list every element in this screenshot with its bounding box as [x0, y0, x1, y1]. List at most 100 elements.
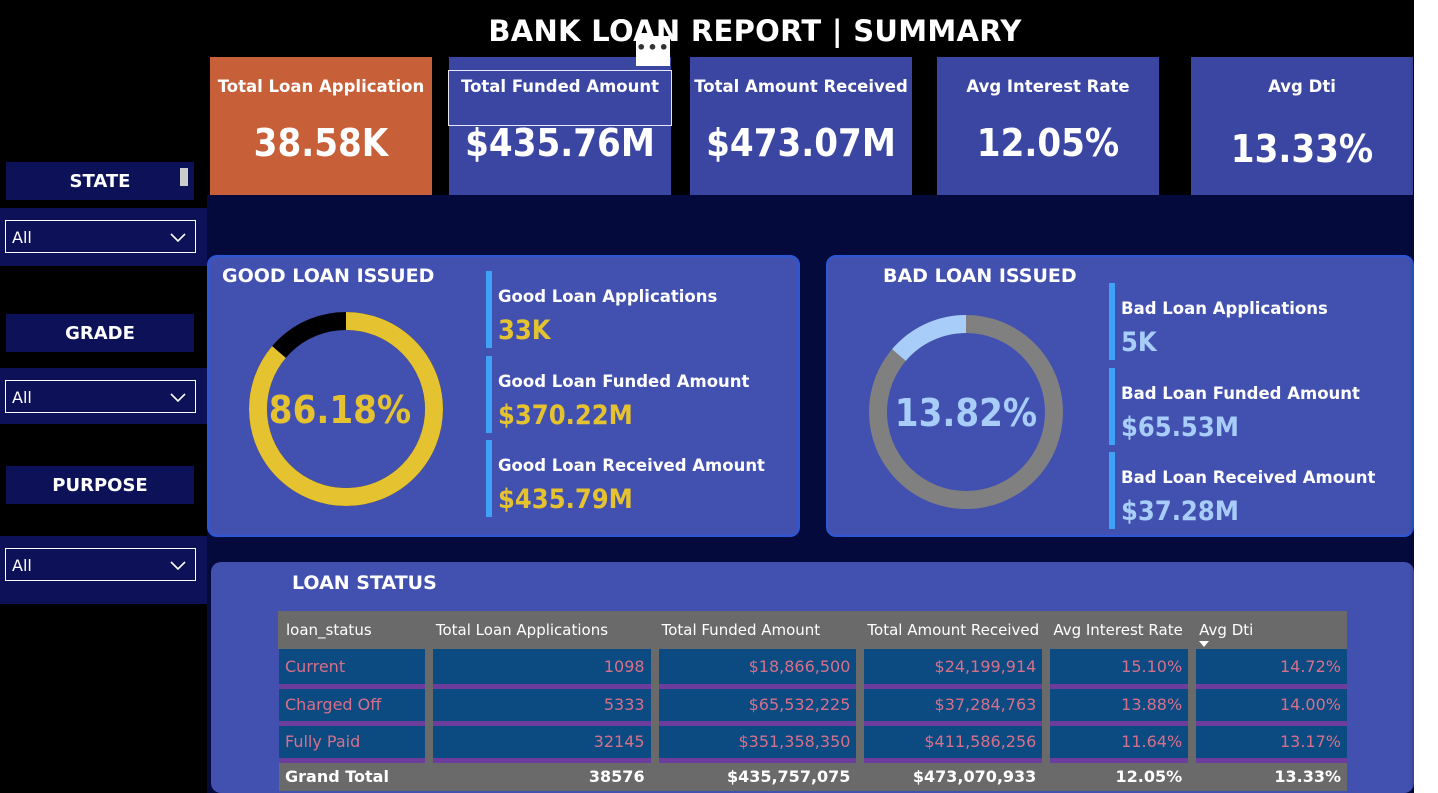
more-options-button[interactable]: •••: [636, 36, 670, 66]
kpi-total-loan-application[interactable]: Total Loan Application 38.58K: [210, 57, 432, 195]
loan-status-table: loan_status Total Loan Applications Tota…: [278, 611, 1347, 791]
table-header-row: loan_status Total Loan Applications Tota…: [278, 611, 1347, 649]
good-loan-title: GOOD LOAN ISSUED: [222, 265, 435, 287]
metric-value: 33K: [498, 315, 551, 346]
accent-bar: [1109, 368, 1115, 445]
cell: $37,284,763: [856, 686, 1047, 726]
kpi-label: Avg Interest Rate: [966, 77, 1130, 96]
cell: $473,070,933: [856, 760, 1047, 791]
cell: Charged Off: [279, 686, 429, 726]
grade-dropdown[interactable]: All: [5, 380, 196, 413]
good-loan-applications-card: Good Loan Applications 33K: [486, 271, 786, 348]
cell: $24,199,914: [856, 649, 1047, 689]
column-header-total-loan-applications[interactable]: Total Loan Applications: [427, 611, 655, 649]
accent-bar: [486, 356, 492, 433]
kpi-total-amount-received[interactable]: Total Amount Received $473.07M: [690, 57, 912, 195]
state-dropdown-value: All: [12, 228, 32, 247]
slicer-state-title: STATE: [6, 162, 194, 200]
metric-label: Bad Loan Funded Amount: [1121, 384, 1360, 403]
bad-loan-applications-card: Bad Loan Applications 5K: [1109, 283, 1409, 360]
cell: 14.72%: [1188, 649, 1347, 689]
selection-frame: [448, 70, 672, 126]
slicer-purpose-title: PURPOSE: [6, 466, 194, 504]
kpi-value: $473.07M: [706, 121, 896, 165]
column-header-loan-status[interactable]: loan_status: [278, 611, 429, 649]
metric-label: Good Loan Applications: [498, 287, 718, 306]
kpi-label: Total Amount Received: [694, 77, 908, 96]
chevron-down-icon: [170, 233, 186, 243]
cell: 32145: [424, 723, 655, 763]
cell: 15.10%: [1042, 649, 1193, 689]
cell: 13.17%: [1188, 723, 1347, 763]
cell: $18,866,500: [650, 649, 861, 689]
kpi-value: 13.33%: [1230, 127, 1374, 171]
slicer-state: All: [0, 208, 207, 266]
kpi-value: $435.76M: [465, 121, 655, 165]
scrollbar-thumb[interactable]: [180, 168, 188, 186]
kpi-value: 12.05%: [976, 121, 1120, 165]
cell: 38576: [424, 760, 655, 791]
metric-value: $37.28M: [1121, 496, 1239, 527]
metric-label: Bad Loan Applications: [1121, 299, 1328, 318]
bad-loan-title: BAD LOAN ISSUED: [883, 265, 1077, 287]
good-loan-received-card: Good Loan Received Amount $435.79M: [486, 440, 786, 517]
grade-dropdown-value: All: [12, 388, 32, 407]
column-header-label: Avg Dti: [1199, 621, 1254, 639]
table-row[interactable]: Fully Paid 32145 $351,358,350 $411,586,2…: [279, 723, 1347, 763]
accent-bar: [1109, 452, 1115, 529]
window-edge: [1414, 0, 1438, 793]
cell: 5333: [424, 686, 655, 726]
good-loan-percent: 86.18%: [268, 388, 412, 432]
column-header-avg-dti[interactable]: Avg Dti: [1191, 611, 1347, 649]
cell: 14.00%: [1188, 686, 1347, 726]
column-header-avg-interest-rate[interactable]: Avg Interest Rate: [1045, 611, 1193, 649]
grand-total-row[interactable]: Grand Total 38576 $435,757,075 $473,070,…: [279, 760, 1347, 791]
cell: 12.05%: [1042, 760, 1193, 791]
accent-bar: [486, 271, 492, 348]
column-header-total-funded-amount[interactable]: Total Funded Amount: [653, 611, 861, 649]
kpi-label: Avg Dti: [1268, 77, 1336, 96]
cell: 11.64%: [1042, 723, 1193, 763]
chevron-down-icon: [170, 393, 186, 403]
accent-bar: [1109, 283, 1115, 360]
cell: 13.33%: [1188, 760, 1347, 791]
cell: $435,757,075: [650, 760, 861, 791]
metric-label: Bad Loan Received Amount: [1121, 468, 1376, 487]
cell: $65,532,225: [650, 686, 861, 726]
chevron-down-icon: [170, 561, 186, 571]
purpose-dropdown[interactable]: All: [5, 548, 196, 581]
kpi-avg-interest-rate[interactable]: Avg Interest Rate 12.05%: [937, 57, 1159, 195]
good-loan-funded-card: Good Loan Funded Amount $370.22M: [486, 356, 786, 433]
bad-loan-funded-card: Bad Loan Funded Amount $65.53M: [1109, 368, 1409, 445]
cell: $351,358,350: [650, 723, 861, 763]
cell: Fully Paid: [279, 723, 429, 763]
slicer-grade: All: [0, 368, 207, 424]
cell: Grand Total: [279, 760, 429, 791]
bad-loan-received-card: Bad Loan Received Amount $37.28M: [1109, 452, 1409, 529]
cell: Current: [279, 649, 429, 689]
sort-descending-icon: [1199, 641, 1210, 647]
kpi-avg-dti[interactable]: Avg Dti 13.33%: [1191, 57, 1413, 195]
loan-status-title: LOAN STATUS: [292, 572, 437, 594]
metric-value: $435.79M: [498, 484, 633, 515]
metric-value: $370.22M: [498, 400, 633, 431]
cell: 1098: [424, 649, 655, 689]
slicer-purpose: All: [0, 536, 207, 604]
report-canvas: BANK LOAN REPORT | SUMMARY Total Loan Ap…: [0, 0, 1414, 793]
metric-label: Good Loan Funded Amount: [498, 372, 750, 391]
table-row[interactable]: Charged Off 5333 $65,532,225 $37,284,763…: [279, 686, 1347, 726]
metric-value: $65.53M: [1121, 412, 1239, 443]
metric-value: 5K: [1121, 327, 1157, 358]
table-row[interactable]: Current 1098 $18,866,500 $24,199,914 15.…: [279, 649, 1347, 689]
metric-label: Good Loan Received Amount: [498, 456, 765, 475]
state-dropdown[interactable]: All: [5, 220, 196, 253]
purpose-dropdown-value: All: [12, 556, 32, 575]
accent-bar: [486, 440, 492, 517]
kpi-value: 38.58K: [253, 121, 389, 165]
page-title: BANK LOAN REPORT | SUMMARY: [488, 14, 1022, 48]
bad-loan-percent: 13.82%: [894, 391, 1038, 435]
cell: $411,586,256: [856, 723, 1047, 763]
column-header-total-amount-received[interactable]: Total Amount Received: [859, 611, 1047, 649]
cell: 13.88%: [1042, 686, 1193, 726]
slicer-grade-title: GRADE: [6, 314, 194, 352]
